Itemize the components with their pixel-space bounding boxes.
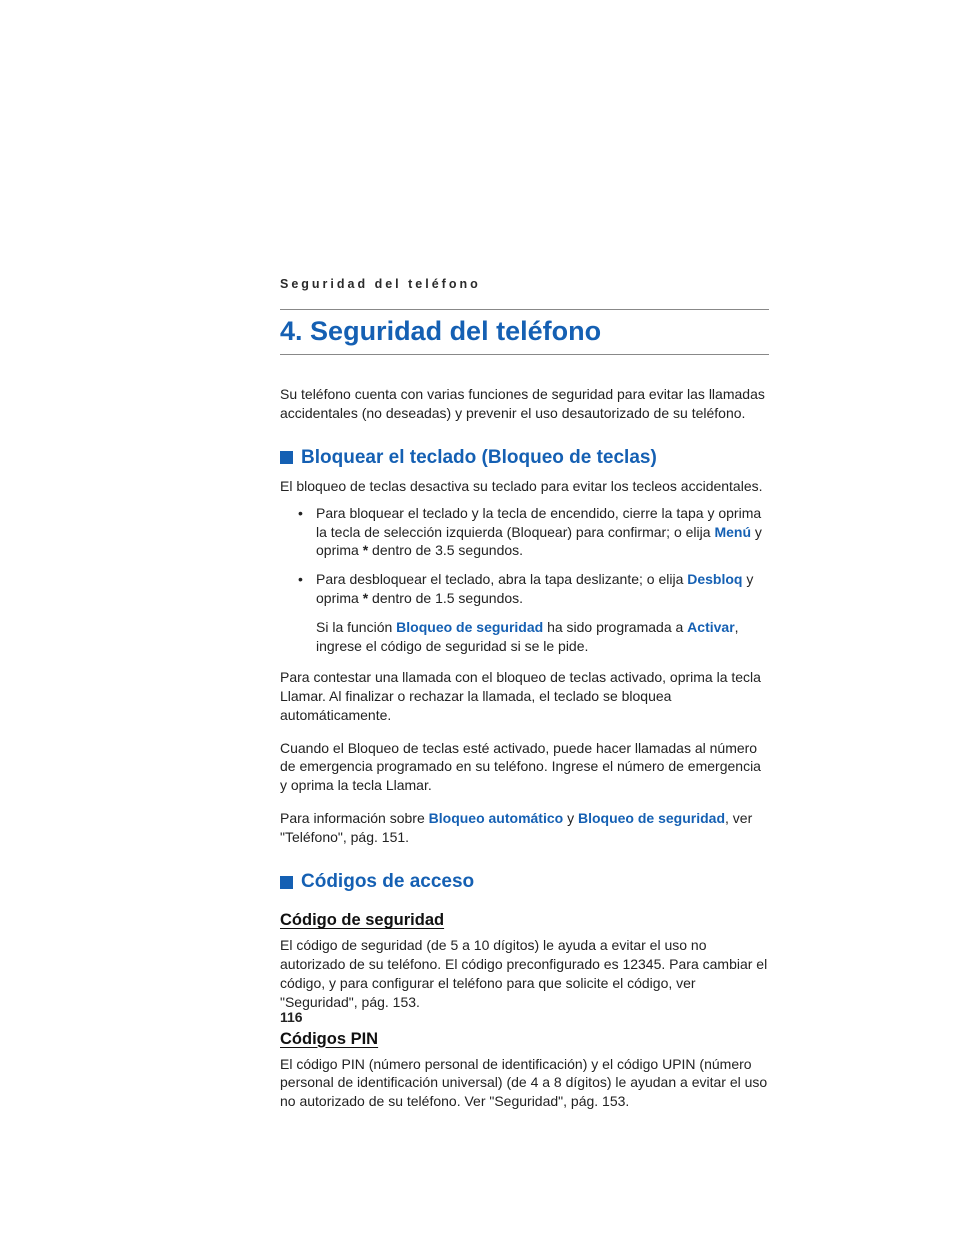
chapter-title-text: Seguridad del teléfono [310,316,601,346]
section1-lead: El bloqueo de teclas desactiva su teclad… [280,477,769,496]
bullet-text: Para desbloquear el teclado, abra la tap… [316,571,687,587]
keyword-bloqueo-seguridad: Bloqueo de seguridad [396,619,543,635]
keyword-desbloq: Desbloq [687,571,742,587]
section-title-text: Códigos de acceso [301,871,474,893]
running-header: Seguridad del teléfono [280,277,769,291]
section-heading-bloquear: Bloquear el teclado (Bloqueo de teclas) [280,447,769,469]
keyword-activar: Activar [687,619,734,635]
square-bullet-icon [280,451,293,464]
note-text: ha sido programada a [543,619,687,635]
note-paragraph: Si la función Bloqueo de seguridad ha si… [280,618,769,656]
keyword-menu: Menú [714,524,751,540]
square-bullet-icon [280,876,293,889]
page: Seguridad del teléfono 4. Seguridad del … [0,0,954,1235]
bullet-text: Para bloquear el teclado y la tecla de e… [316,505,761,540]
paragraph-text: y [563,810,578,826]
chapter-number: 4. [280,316,303,346]
sub1-paragraph: El código de seguridad (de 5 a 10 dígito… [280,936,769,1012]
keyword-bloqueo-seguridad: Bloqueo de seguridad [578,810,725,826]
page-number: 116 [280,1009,303,1025]
bullet-text: dentro de 3.5 segundos. [368,542,523,558]
note-text: Si la función [316,619,396,635]
bullet-list: Para bloquear el teclado y la tecla de e… [280,504,769,608]
bullet-text: dentro de 1.5 segundos. [368,590,523,606]
section1-paragraph: Para información sobre Bloqueo automátic… [280,809,769,847]
sub-heading-codigo-seguridad: Código de seguridad [280,911,769,930]
paragraph-text: Para información sobre [280,810,429,826]
sub-heading-codigos-pin: Códigos PIN [280,1030,769,1049]
section-heading-codigos: Códigos de acceso [280,871,769,893]
intro-paragraph: Su teléfono cuenta con varias funciones … [280,385,769,423]
list-item: Para bloquear el teclado y la tecla de e… [298,504,769,561]
section-title-text: Bloquear el teclado (Bloqueo de teclas) [301,447,657,469]
section1-paragraph: Cuando el Bloqueo de teclas esté activad… [280,739,769,796]
keyword-bloqueo-automatico: Bloqueo automático [429,810,564,826]
sub2-paragraph: El código PIN (número personal de identi… [280,1055,769,1112]
list-item: Para desbloquear el teclado, abra la tap… [298,570,769,608]
chapter-title: 4. Seguridad del teléfono [280,309,769,355]
section1-paragraph: Para contestar una llamada con el bloque… [280,668,769,725]
